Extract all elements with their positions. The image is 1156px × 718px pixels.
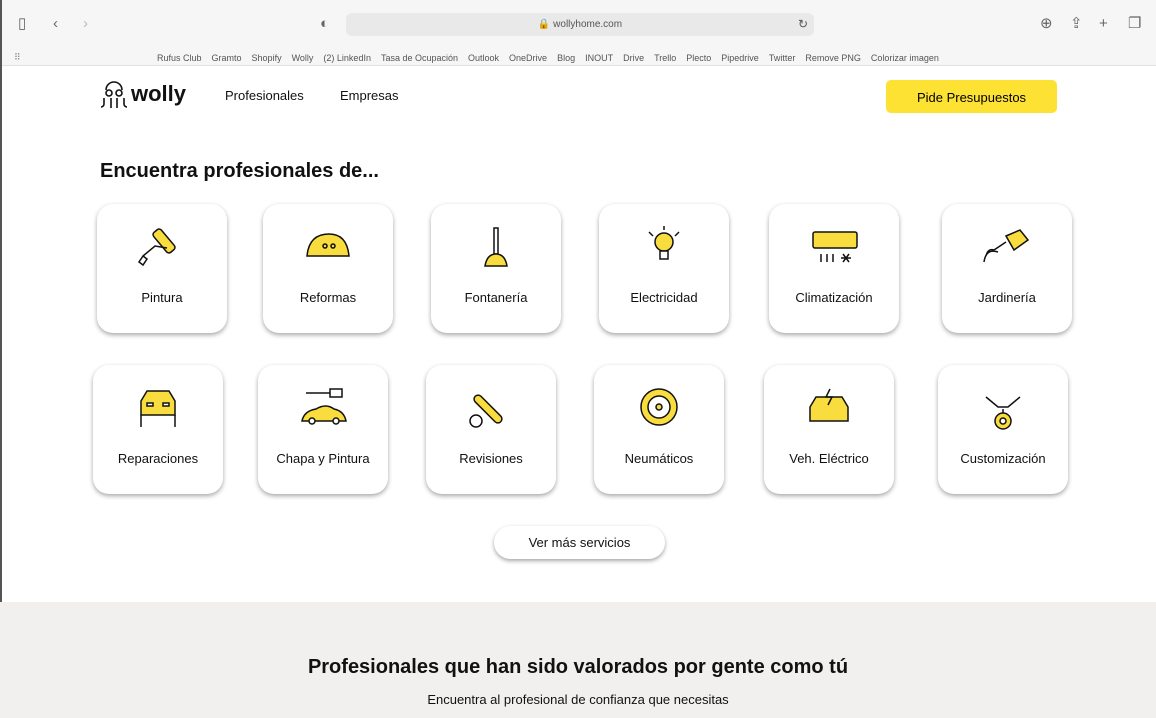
service-label: Reparaciones [117, 451, 199, 466]
service-label: Customización [960, 451, 1046, 466]
reload-icon[interactable]: ↻ [798, 13, 808, 36]
hard-hat-icon [306, 233, 350, 257]
reviews-section: Profesionales que han sido valorados por… [0, 602, 1156, 718]
tabs-icon[interactable]: ❐ [1128, 16, 1141, 32]
service-card-chapa-y-pintura[interactable]: Chapa y Pintura [258, 365, 388, 494]
bookmark-item[interactable]: Gramto [212, 53, 242, 63]
bookmark-item[interactable]: Twitter [769, 53, 796, 63]
shield-icon[interactable]: ◐ [320, 16, 329, 32]
grid-icon[interactable]: ⠿ [14, 52, 21, 63]
download-icon[interactable]: ⊕ [1040, 16, 1053, 32]
bookmark-item[interactable]: Drive [623, 53, 644, 63]
service-label: Electricidad [630, 290, 698, 305]
electric-car-icon [809, 388, 849, 422]
bookmark-item[interactable]: Rufus Club [157, 53, 202, 63]
service-label: Jardinería [978, 290, 1036, 305]
engine-icon [985, 396, 1021, 430]
address-bar[interactable]: 🔒 wollyhome.com ↻ [346, 13, 814, 36]
reviews-subtitle: Encuentra al profesional de confianza qu… [427, 692, 729, 707]
service-card-revisiones[interactable]: Revisiones [426, 365, 556, 494]
nav-empresas[interactable]: Empresas [340, 88, 399, 103]
bookmark-item[interactable]: Tasa de Ocupación [381, 53, 458, 63]
bookmark-item[interactable]: Remove PNG [805, 53, 861, 63]
logo-text: wolly [131, 81, 187, 106]
more-services-button[interactable]: Ver más servicios [494, 526, 665, 559]
service-card-veh-el-ctrico[interactable]: Veh. Eléctrico [764, 365, 894, 494]
service-label: Reformas [299, 290, 357, 305]
new-tab-icon[interactable]: + [1099, 16, 1108, 32]
service-card-customizaci-n[interactable]: Customización [938, 365, 1068, 494]
octopus-icon [100, 81, 128, 108]
sidebar-icon[interactable]: ▯ [18, 16, 26, 32]
bookmark-item[interactable]: Wolly [292, 53, 314, 63]
bookmark-item[interactable]: INOUT [585, 53, 613, 63]
bookmark-item[interactable]: OneDrive [509, 53, 547, 63]
back-icon[interactable]: ‹ [53, 16, 58, 32]
car-lift-icon [140, 390, 176, 427]
service-card-jardiner-a[interactable]: Jardinería [942, 204, 1072, 333]
service-label: Veh. Eléctrico [789, 451, 869, 466]
bookmark-item[interactable]: Pipedrive [721, 53, 759, 63]
wrench-icon [469, 394, 503, 428]
logo[interactable]: wolly [100, 78, 186, 110]
bookmark-item[interactable]: Plecto [686, 53, 711, 63]
bookmark-item[interactable]: Colorizar imagen [871, 53, 939, 63]
service-card-neum-ticos[interactable]: Neumáticos [594, 365, 724, 494]
forward-icon[interactable]: › [83, 16, 88, 32]
section-title: Encuentra profesionales de... [100, 160, 379, 182]
url-text: wollyhome.com [553, 19, 623, 30]
bookmark-item[interactable]: (2) LinkedIn [323, 53, 371, 63]
service-card-pintura[interactable]: Pintura [97, 204, 227, 333]
bookmark-item[interactable]: Blog [557, 53, 575, 63]
bookmark-item[interactable]: Outlook [468, 53, 499, 63]
service-label: Fontanería [464, 290, 528, 305]
service-label: Revisiones [459, 451, 523, 466]
bookmarks-bar: Rufus Club Gramto Shopify Wolly (2) LinkedIn… [157, 53, 939, 63]
request-quote-button[interactable]: Pide Presupuestos [886, 80, 1057, 113]
service-card-reparaciones[interactable]: Reparaciones [93, 365, 223, 494]
share-icon[interactable]: ⇪ [1070, 16, 1083, 32]
service-label: Pintura [141, 290, 183, 305]
plunger-icon [484, 227, 508, 267]
service-label: Neumáticos [624, 451, 694, 466]
steering-wheel-icon [640, 388, 678, 426]
bookmark-item[interactable]: Trello [654, 53, 676, 63]
browser-toolbar: ▯ ‹ › ◐ 🔒 wollyhome.com ↻ ⊕ ⇪ + ❐ ⠿ Rufus… [0, 0, 1156, 66]
car-paint-icon [301, 388, 347, 425]
service-label: Chapa y Pintura [276, 451, 370, 466]
service-label: Climatización [795, 290, 873, 305]
air-conditioner-icon [812, 231, 858, 263]
service-card-electricidad[interactable]: Electricidad [599, 204, 729, 333]
service-card-reformas[interactable]: Reformas [263, 204, 393, 333]
service-card-fontaner-a[interactable]: Fontanería [431, 204, 561, 333]
lightbulb-icon [648, 226, 680, 260]
service-card-climatizaci-n[interactable]: Climatización [769, 204, 899, 333]
reviews-title: Profesionales que han sido valorados por… [307, 656, 849, 678]
paint-roller-icon [137, 228, 176, 267]
watering-can-icon [983, 229, 1030, 263]
nav-profesionales[interactable]: Profesionales [225, 88, 304, 103]
bookmark-item[interactable]: Shopify [252, 53, 282, 63]
window-edge [0, 0, 2, 602]
